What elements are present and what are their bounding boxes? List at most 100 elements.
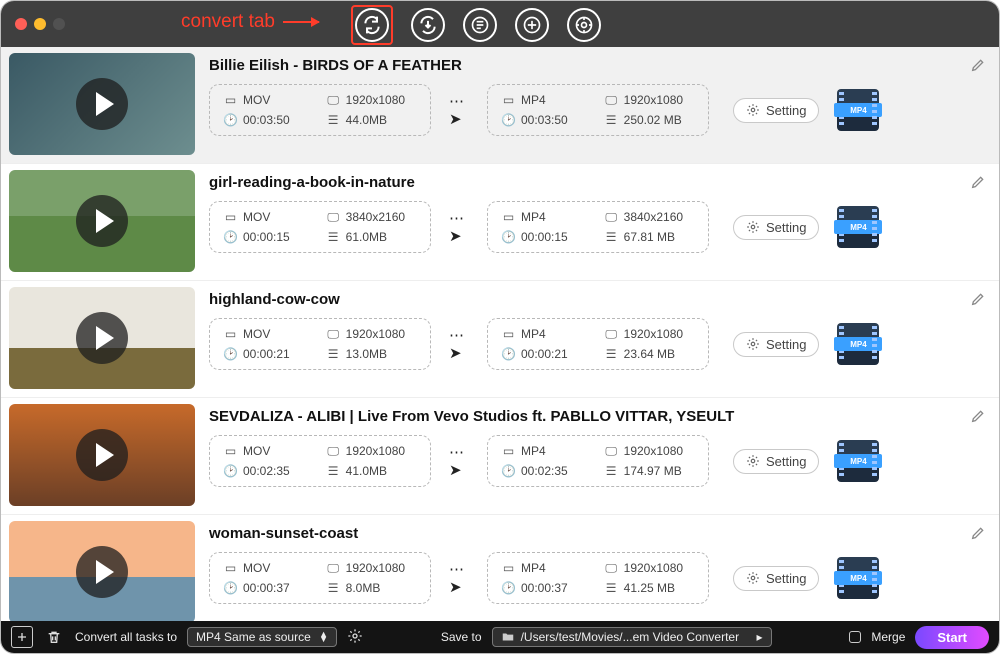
film-icon: ▭	[224, 328, 237, 341]
arrow-right-icon: ⋯➤	[449, 209, 469, 245]
source-resolution: 1920x1080	[346, 444, 405, 458]
edit-button[interactable]	[970, 174, 986, 195]
film-icon: ▭	[502, 328, 515, 341]
output-format-chip[interactable]: MP4	[837, 440, 879, 482]
target-format: MP4	[521, 327, 546, 341]
setting-button[interactable]: Setting	[733, 449, 819, 474]
setting-button[interactable]: Setting	[733, 98, 819, 123]
video-thumbnail[interactable]	[9, 287, 195, 389]
close-window-button[interactable]	[15, 18, 27, 30]
source-format: MOV	[243, 93, 270, 107]
convert-all-value: MP4 Same as source	[196, 630, 311, 644]
source-size: 44.0MB	[346, 113, 387, 127]
source-info-box: ▭MOV 🖵1920x1080 🕑00:00:37 ☰8.0MB	[209, 552, 431, 604]
merge-checkbox[interactable]	[849, 631, 861, 643]
disk-icon: ☰	[605, 465, 618, 478]
gear-icon	[746, 337, 760, 351]
convert-all-select[interactable]: MP4 Same as source ▲▼	[187, 627, 337, 647]
add-task-button[interactable]	[11, 626, 33, 648]
task-list: Billie Eilish - BIRDS OF A FEATHER ▭MOV …	[1, 47, 999, 621]
video-thumbnail[interactable]	[9, 521, 195, 621]
monitor-icon: 🖵	[327, 445, 340, 458]
task-row[interactable]: woman-sunset-coast ▭MOV 🖵1920x1080 🕑00:0…	[1, 515, 999, 621]
clock-icon: 🕑	[502, 582, 515, 595]
film-icon: ▭	[224, 94, 237, 107]
video-thumbnail[interactable]	[9, 404, 195, 506]
tab-merge[interactable]	[515, 8, 549, 42]
task-row[interactable]: girl-reading-a-book-in-nature ▭MOV 🖵3840…	[1, 164, 999, 281]
monitor-icon: 🖵	[327, 328, 340, 341]
pencil-icon	[970, 174, 986, 190]
monitor-icon: 🖵	[327, 94, 340, 107]
convert-all-settings-button[interactable]	[347, 628, 363, 647]
clock-icon: 🕑	[224, 582, 237, 595]
monitor-icon: 🖵	[605, 94, 618, 107]
gear-icon	[746, 220, 760, 234]
save-to-path-box[interactable]: /Users/test/Movies/...em Video Converter…	[492, 627, 772, 647]
output-format-chip[interactable]: MP4	[837, 206, 879, 248]
arrow-right-icon: ⋯➤	[449, 560, 469, 596]
tab-convert[interactable]	[355, 8, 389, 42]
delete-task-button[interactable]	[43, 626, 65, 648]
task-row[interactable]: highland-cow-cow ▭MOV 🖵1920x1080 🕑00:00:…	[1, 281, 999, 398]
merge-label: Merge	[871, 630, 905, 644]
target-resolution: 1920x1080	[624, 561, 683, 575]
target-resolution: 3840x2160	[624, 210, 683, 224]
disk-icon: ☰	[327, 582, 340, 595]
arrow-right-icon: ⋯➤	[449, 92, 469, 128]
pencil-icon	[970, 57, 986, 73]
tab-download[interactable]	[411, 8, 445, 42]
setting-button[interactable]: Setting	[733, 566, 819, 591]
source-info-box: ▭MOV 🖵1920x1080 🕑00:03:50 ☰44.0MB	[209, 84, 431, 136]
output-format-label: MP4	[834, 220, 882, 234]
source-duration: 00:00:21	[243, 347, 290, 361]
edit-button[interactable]	[970, 408, 986, 429]
play-button[interactable]	[76, 429, 128, 481]
edit-button[interactable]	[970, 291, 986, 312]
video-title: SEVDALIZA - ALIBI | Live From Vevo Studi…	[209, 408, 965, 425]
source-size: 41.0MB	[346, 464, 387, 478]
conversion-line: ▭MOV 🖵1920x1080 🕑00:00:21 ☰13.0MB ⋯➤ ▭MP…	[209, 318, 965, 370]
zoom-window-button[interactable]	[53, 18, 65, 30]
monitor-icon: 🖵	[605, 211, 618, 224]
video-title: Billie Eilish - BIRDS OF A FEATHER	[209, 57, 965, 74]
play-button[interactable]	[76, 195, 128, 247]
setting-label: Setting	[766, 337, 806, 352]
conversion-line: ▭MOV 🖵1920x1080 🕑00:03:50 ☰44.0MB ⋯➤ ▭MP…	[209, 84, 965, 136]
play-button[interactable]	[76, 312, 128, 364]
output-format-label: MP4	[834, 454, 882, 468]
output-format-chip[interactable]: MP4	[837, 557, 879, 599]
annotation-label: convert tab	[181, 11, 275, 33]
target-size: 23.64 MB	[624, 347, 675, 361]
source-duration: 00:00:15	[243, 230, 290, 244]
output-format-chip[interactable]: MP4	[837, 323, 879, 365]
setting-button[interactable]: Setting	[733, 332, 819, 357]
tab-toolbox[interactable]	[567, 8, 601, 42]
disk-icon: ☰	[605, 348, 618, 361]
source-duration: 00:00:37	[243, 581, 290, 595]
target-size: 41.25 MB	[624, 581, 675, 595]
edit-button[interactable]	[970, 57, 986, 78]
minimize-window-button[interactable]	[34, 18, 46, 30]
save-to-label: Save to	[441, 630, 482, 644]
play-button[interactable]	[76, 78, 128, 130]
film-icon: ▭	[224, 211, 237, 224]
select-arrows-icon: ▲▼	[319, 632, 328, 642]
chevron-right-icon: ▸	[757, 630, 763, 644]
convert-all-label: Convert all tasks to	[75, 630, 177, 644]
video-thumbnail[interactable]	[9, 53, 195, 155]
edit-button[interactable]	[970, 525, 986, 546]
play-button[interactable]	[76, 546, 128, 598]
task-row[interactable]: Billie Eilish - BIRDS OF A FEATHER ▭MOV …	[1, 47, 999, 164]
task-row[interactable]: SEVDALIZA - ALIBI | Live From Vevo Studi…	[1, 398, 999, 515]
arrow-right-icon: ⋯➤	[449, 443, 469, 479]
output-format-chip[interactable]: MP4	[837, 89, 879, 131]
tab-edit[interactable]	[463, 8, 497, 42]
start-button[interactable]: Start	[915, 626, 989, 649]
conversion-line: ▭MOV 🖵3840x2160 🕑00:00:15 ☰61.0MB ⋯➤ ▭MP…	[209, 201, 965, 253]
target-duration: 00:02:35	[521, 464, 568, 478]
output-format-label: MP4	[834, 103, 882, 117]
target-info-box: ▭MP4 🖵1920x1080 🕑00:00:21 ☰23.64 MB	[487, 318, 709, 370]
setting-button[interactable]: Setting	[733, 215, 819, 240]
video-thumbnail[interactable]	[9, 170, 195, 272]
